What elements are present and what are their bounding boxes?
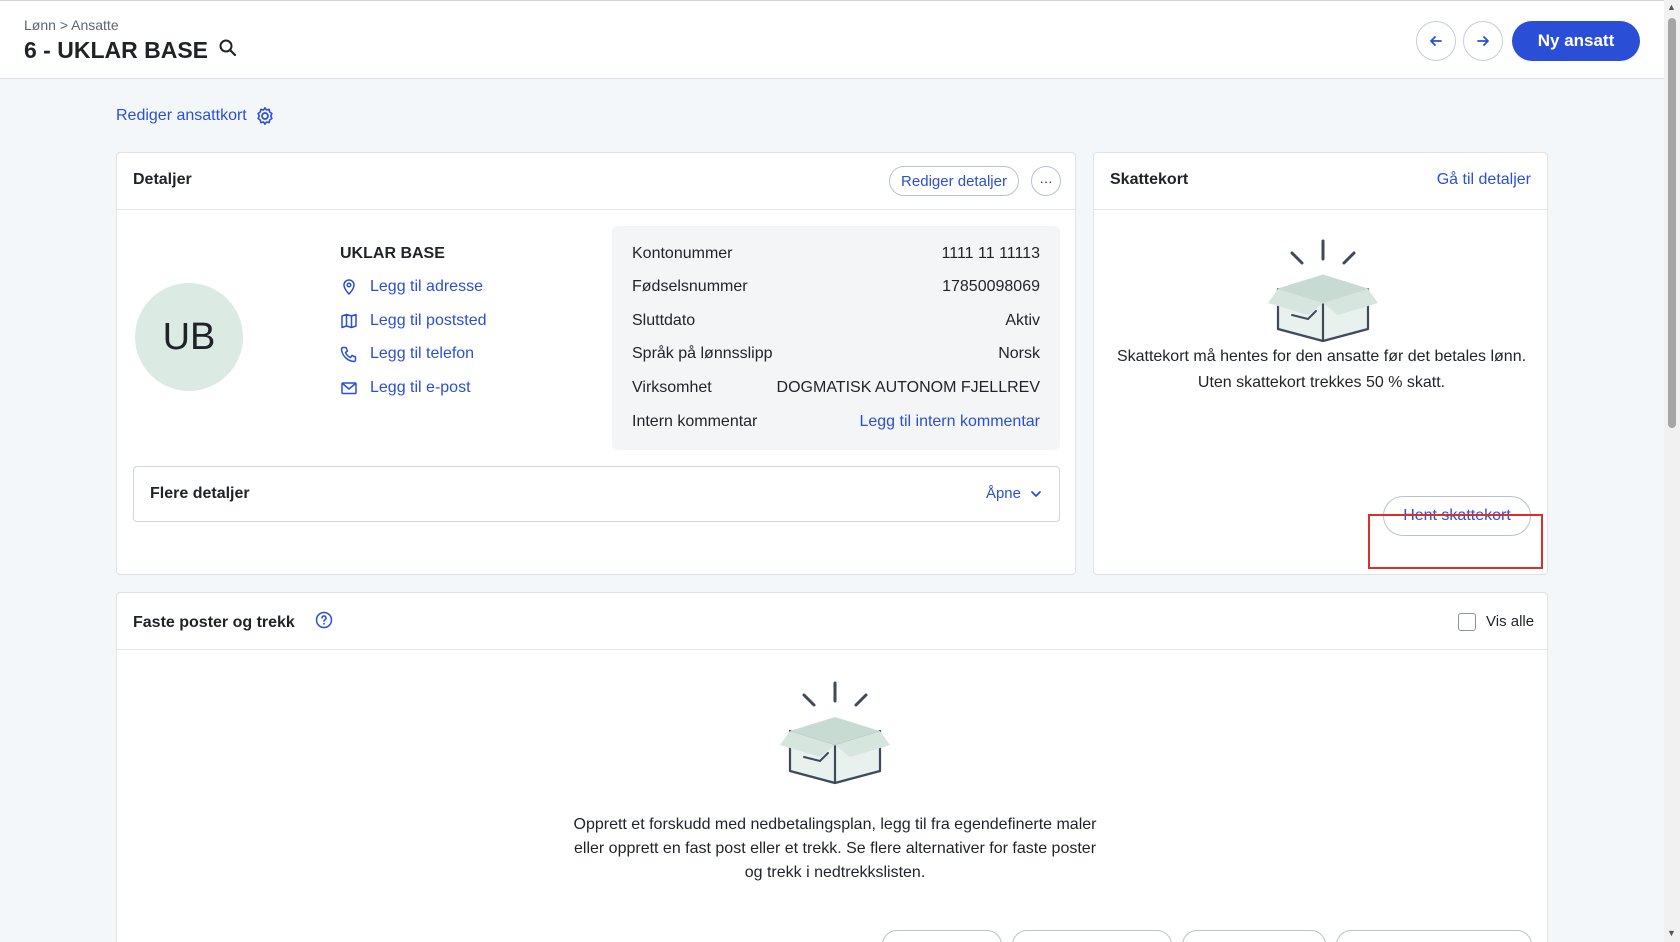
next-employee-button[interactable] [1463,21,1503,61]
more-details-title: Flere detaljer [150,485,250,502]
empty-box-icon [1268,239,1378,343]
action-button-3[interactable] [1182,930,1326,942]
add-phone-label: Legg til telefon [370,345,475,362]
fixed-items-title: Faste poster og trekk [133,613,295,631]
tax-card-header: Skattekort Gå til detaljer [1094,153,1547,210]
tax-card-title: Skattekort [1110,171,1189,188]
highlight-box [1368,514,1543,569]
mail-icon [341,382,357,395]
add-postal-place-link[interactable]: Legg til poststed [340,312,487,330]
location-pin-icon [343,279,355,296]
show-all-label: Vis alle [1486,613,1535,630]
edit-employee-card-link[interactable]: Rediger ansattkort [116,106,275,126]
info-label: Intern kommentar [632,413,758,430]
add-postal-place-label: Legg til poststed [370,312,487,329]
breadcrumb-current[interactable]: Ansatte [71,17,118,33]
info-row-account-number: Kontonummer 1111 11 11113 [632,245,1040,263]
top-bar: Lønn > Ansatte 6 - UKLAR BASE Ny ansatt [0,0,1664,79]
gear-icon [257,107,273,125]
avatar: UB [135,283,243,391]
info-label: Fødselsnummer [632,278,748,295]
phone-icon [340,346,357,363]
map-icon [341,313,357,329]
scrollbar[interactable]: ▲ ▼ [1664,0,1680,942]
employee-name: UKLAR BASE [340,245,445,262]
arrow-right-icon [1477,36,1489,46]
scroll-down-icon[interactable]: ▼ [1667,928,1676,938]
info-label: Virksomhet [632,379,712,396]
fixed-items-empty-text: Opprett et forskudd med nedbetalingsplan… [573,816,1097,881]
action-button-1[interactable] [882,930,1002,942]
info-value: Norsk [998,345,1040,362]
tax-card: Skattekort Gå til detaljer Skattekort må… [1093,152,1548,575]
search-icon[interactable] [218,37,238,64]
chevron-down-icon [1031,490,1041,497]
details-card-header: Detaljer Rediger detaljer ··· [117,153,1075,210]
fixed-items-card-header: Faste poster og trekk Vis alle [117,593,1547,650]
details-card: Detaljer Rediger detaljer ··· UB UKLAR B… [116,152,1076,575]
add-address-link[interactable]: Legg til adresse [340,278,483,296]
scroll-thumb[interactable] [1668,18,1676,428]
previous-employee-button[interactable] [1416,21,1456,61]
new-employee-button[interactable]: Ny ansatt [1512,21,1640,61]
more-options-button[interactable]: ··· [1031,166,1061,196]
edit-details-button[interactable]: Rediger detaljer [889,166,1019,196]
more-details-accordion[interactable]: Flere detaljer Åpne [133,466,1060,522]
info-value: Aktiv [1005,312,1040,329]
info-row-internal-comment: Intern kommentar Legg til intern komment… [632,413,1040,431]
employee-info-box: Kontonummer 1111 11 11113 Fødselsnummer … [612,226,1060,450]
details-card-title: Detaljer [133,171,192,188]
help-icon[interactable] [315,611,333,634]
info-row-birth-number: Fødselsnummer 17850098069 [632,278,1040,296]
scroll-up-icon[interactable]: ▲ [1667,2,1676,12]
page-title-text: 6 - UKLAR BASE [24,37,209,63]
breadcrumb-parent[interactable]: Lønn [24,17,56,33]
go-to-details-link[interactable]: Gå til detaljer [1437,171,1531,189]
empty-box-icon [780,681,890,785]
edit-employee-card-label: Rediger ansattkort [116,107,247,124]
show-all-checkbox[interactable] [1458,613,1476,631]
add-email-link[interactable]: Legg til e-post [340,379,471,397]
info-label: Kontonummer [632,245,733,262]
fixed-items-title-wrap: Faste poster og trekk [133,611,333,634]
more-details-toggle[interactable]: Åpne [986,485,1043,502]
info-row-end-date: Sluttdato Aktiv [632,312,1040,330]
breadcrumb: Lønn > Ansatte [24,17,119,33]
fixed-items-card: Faste poster og trekk Vis alle Opprett e… [116,592,1548,942]
info-label: Språk på lønnsslipp [632,345,773,362]
info-value: DOGMATISK AUTONOM FJELLREV [776,379,1040,396]
info-row-payslip-language: Språk på lønnsslipp Norsk [632,345,1040,363]
add-email-label: Legg til e-post [370,379,471,396]
action-button-4[interactable] [1336,930,1532,942]
open-label: Åpne [985,485,1021,502]
arrow-left-icon [1430,36,1442,46]
info-value: 1111 11 11113 [941,245,1040,262]
page-title: 6 - UKLAR BASE [24,37,238,64]
add-internal-comment-link[interactable]: Legg til intern kommentar [859,413,1040,431]
add-address-label: Legg til adresse [370,278,483,295]
action-button-2[interactable] [1012,930,1172,942]
tax-card-empty-text: Skattekort må hentes for den ansatte før… [1116,348,1527,391]
breadcrumb-separator: > [59,17,68,33]
info-label: Sluttdato [632,312,696,329]
info-value: 17850098069 [942,278,1040,295]
info-row-business: Virksomhet DOGMATISK AUTONOM FJELLREV [632,379,1040,397]
add-phone-link[interactable]: Legg til telefon [340,345,474,363]
